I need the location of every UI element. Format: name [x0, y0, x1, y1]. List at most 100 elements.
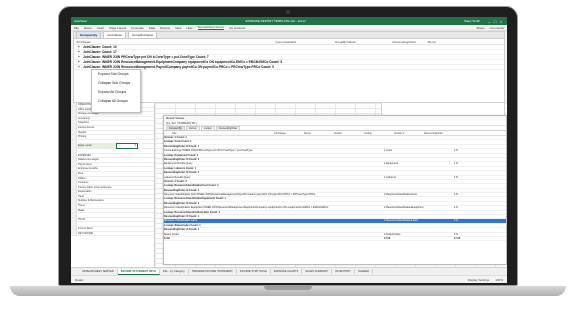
sheet-cell-value[interactable]: 0: [116, 143, 138, 149]
sheet-cell-value[interactable]: [117, 158, 137, 162]
sheet-cell-value[interactable]: [117, 163, 137, 167]
context-menu-item[interactable]: Collapse All Groups: [92, 97, 140, 106]
sheet-cell-label[interactable]: Travel: [77, 204, 117, 208]
sheet-cell-label[interactable]: Salaries and wages: [77, 158, 117, 162]
sheet-cell-label[interactable]: [77, 149, 117, 153]
grouping-column-header[interactable]: JoinClause: [76, 40, 236, 44]
sheet-cell-label[interactable]: [77, 140, 117, 144]
sheet-cell-value[interactable]: [117, 177, 137, 181]
sheet-cell-label[interactable]: Depreciation: [77, 190, 117, 194]
sheet-cell-label[interactable]: TOTAL: [77, 218, 117, 222]
result-column-header[interactable]: Version 2: [394, 131, 424, 135]
sheet-tab[interactable]: INVENTORY: [332, 269, 355, 274]
sheet-cell-label[interactable]: Payroll taxes: [77, 163, 117, 167]
result-column-header[interactable]: JoinClause: [274, 131, 304, 135]
grouping-tab[interactable]: Grouped By: [76, 31, 102, 39]
sheet-cell-value[interactable]: [117, 213, 137, 217]
sheet-cell-value[interactable]: [117, 154, 137, 158]
zoom-level[interactable]: 100%: [495, 278, 503, 282]
sheet-cell-value[interactable]: [117, 140, 137, 144]
ribbon-tab[interactable]: View: [175, 26, 181, 30]
comments-button[interactable]: Comments: [489, 26, 504, 30]
sheet-cell-value[interactable]: [117, 126, 137, 130]
sheet-cell-label[interactable]: [77, 222, 117, 226]
sheet-cell-value[interactable]: [117, 121, 137, 125]
sheet-cell-label[interactable]: Employee benefits: [77, 167, 117, 171]
sheet-cell-label[interactable]: NET INCOME: [77, 232, 117, 236]
sheet-cell-value[interactable]: [117, 131, 137, 135]
sheet-tab[interactable]: EXPENSE CHARTS: [271, 269, 303, 274]
sheet-cell-value[interactable]: [117, 209, 137, 213]
sheet-cell-value[interactable]: [117, 204, 137, 208]
sheet-cell-label[interactable]: Telephone: [77, 121, 117, 125]
user-name[interactable]: Stacy Smith: [464, 19, 480, 23]
sheet-cell-label[interactable]: Supplies & Maintenance: [77, 199, 117, 203]
sheet-tab[interactable]: P&L - by Category: [160, 269, 189, 274]
sheet-cell-value[interactable]: [117, 172, 137, 176]
sheet-cell-value[interactable]: [117, 149, 137, 153]
grouping-column-header[interactable]: QueryHeaderId: [236, 40, 296, 44]
sheet-cell-label[interactable]: Internet Access: [77, 126, 117, 130]
result-tab[interactable]: Version: [185, 125, 200, 131]
display-settings[interactable]: Display Settings: [468, 278, 490, 282]
result-column-header[interactable]: Lookup: [364, 131, 394, 135]
result-column-header[interactable]: Memo: [304, 131, 334, 135]
context-menu-item[interactable]: Collapse Sub Groups: [92, 79, 140, 88]
result-tab[interactable]: Lookup: [200, 125, 215, 131]
sheet-cell-value[interactable]: [117, 186, 137, 190]
sheet-cell-value[interactable]: [117, 181, 137, 185]
sheet-cell-label[interactable]: Rent: [77, 172, 117, 176]
result-column-header[interactable]: DescendingOrder: [424, 131, 454, 135]
sheet-tab[interactable]: SPREADSHEET SERVER: [79, 269, 118, 274]
sheet-cell-label[interactable]: Meals: [77, 209, 117, 213]
ribbon-tab[interactable]: Help: [186, 26, 192, 30]
sheet-cell-label[interactable]: Printing: [77, 135, 117, 139]
autosave-toggle[interactable]: AutoSave: [74, 19, 87, 23]
sheet-tab[interactable]: SHARED: [355, 269, 374, 274]
ribbon-tab[interactable]: Formulas: [131, 26, 144, 30]
result-column-header[interactable]: Version: [334, 131, 364, 135]
sheet-cell-value[interactable]: [117, 199, 137, 203]
sheet-tab[interactable]: TRENDED INCOME STATEMENT: [189, 269, 237, 274]
sheet-cell-label[interactable]: Equip. rental: [77, 144, 117, 148]
sheet-cell-value[interactable]: [117, 190, 137, 194]
ribbon-tab[interactable]: Insert: [97, 26, 105, 30]
grouping-column-header[interactable]: DescendingOrder: [356, 40, 416, 44]
sheet-cell-value[interactable]: [117, 135, 137, 139]
grouping-column-header[interactable]: GroupByClause: [296, 40, 356, 44]
sheet-tab[interactable]: INCOME STMT DASH: [237, 269, 271, 274]
sheet-cell-value[interactable]: [117, 195, 137, 199]
sheet-cell-value[interactable]: [117, 167, 137, 171]
sheet-cell-value[interactable]: [117, 117, 137, 121]
ribbon-tab[interactable]: Data: [149, 26, 155, 30]
share-button[interactable]: Share: [476, 26, 484, 30]
context-menu-item[interactable]: Expand Sub Groups: [92, 70, 140, 79]
sheet-row[interactable]: NET INCOME: [71, 231, 154, 237]
grouping-tab[interactable]: GroupByClause: [128, 31, 158, 39]
ribbon-tab[interactable]: Review: [160, 26, 170, 30]
ribbon-tab[interactable]: GL Connect: [229, 26, 245, 30]
sheet-cell-label[interactable]: Utilities: [77, 177, 117, 181]
ribbon-tab[interactable]: Page Layout: [109, 26, 126, 30]
sheet-cell-label[interactable]: [77, 213, 117, 217]
grouping-tab[interactable]: JoinClause: [103, 31, 127, 39]
sheet-cell-label[interactable]: Interest, Bank, & Fee Expenses: [77, 186, 117, 190]
result-column-header[interactable]: Title: [164, 131, 274, 135]
sheet-cell-label[interactable]: Income Taxes: [77, 227, 117, 231]
close-icon[interactable]: ×: [498, 19, 504, 24]
ribbon-tab[interactable]: Home: [84, 26, 92, 30]
ribbon-tab[interactable]: File: [74, 26, 79, 30]
sheet-tab[interactable]: INCOME STATEMENT WITH: [117, 268, 160, 275]
result-tab[interactable]: DescendingOrder: [215, 125, 241, 131]
sheet-cell-value[interactable]: [117, 232, 137, 236]
sheet-cell-value[interactable]: [117, 227, 137, 231]
sheet-cell-label[interactable]: Repairs: [77, 131, 117, 135]
sheet-cell-label[interactable]: Insurance: [77, 181, 117, 185]
ribbon-tab[interactable]: Spreadsheet Server: [197, 25, 225, 30]
sheet-cell-label[interactable]: Taxes: [77, 195, 117, 199]
sheet-cell-label[interactable]: Accounting: [77, 117, 117, 121]
sheet-cell-label[interactable]: EXPENSES: [77, 154, 117, 158]
sheet-cell-value[interactable]: [117, 222, 137, 226]
context-menu-item[interactable]: Expand All Groups: [92, 88, 140, 97]
result-row[interactable]: Total 17.00 17.00: [164, 237, 506, 242]
